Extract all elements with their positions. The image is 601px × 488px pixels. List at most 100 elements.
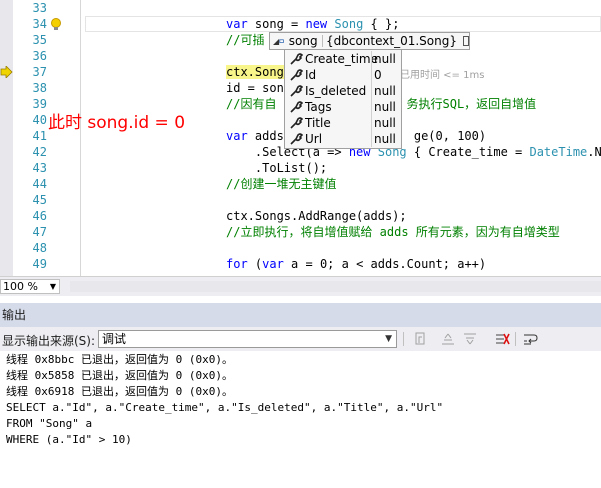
line-number: 37 [32,65,47,79]
code-token: var [226,129,248,143]
code-token: Song [334,17,364,31]
output-source-select[interactable]: 调试 ▼ [98,330,397,348]
code-line[interactable]: //可插 [226,32,264,48]
line-number: 39 [32,97,47,111]
toggle-word-wrap-icon[interactable] [522,331,538,347]
next-message-icon[interactable] [462,331,478,347]
code-line[interactable]: id = sons [226,80,291,96]
previous-message-icon[interactable] [440,331,456,347]
datatip-property-row[interactable]: Tags null [285,99,401,115]
code-line[interactable]: for (var a = 0; a < adds.Count; a++) [226,256,486,272]
line-number: 45 [32,193,47,207]
code-token: .Now [587,145,601,159]
wrench-icon [290,53,303,65]
line-number: 48 [32,241,47,255]
line-number: 49 [32,257,47,271]
code-token: ctx.Songs [226,65,292,79]
chevron-down-icon[interactable]: ▼ [50,280,56,293]
line-number: 43 [32,161,47,175]
code-token: id = sons [226,81,292,95]
pin-icon[interactable] [463,36,469,46]
property-name: Url [305,132,323,146]
code-line[interactable]: //立即执行，将自增值赋给 adds 所有元素，因为有自增类型 [226,224,560,240]
column-divider [371,131,372,147]
wrench-icon [290,85,303,97]
code-line[interactable]: ctx.Songs [226,64,292,80]
property-value: null [374,52,396,66]
output-text-pane[interactable]: 线程 0x8bbc 已退出，返回值为 0 (0x0)。 线程 0x5858 已退出… [0,351,601,488]
column-divider [371,115,372,131]
code-line[interactable]: .ToList(); [226,160,327,176]
property-value: null [374,116,396,130]
toolbar-separator [403,332,404,346]
wrench-icon [290,117,303,129]
wrench-icon [290,133,303,145]
execution-pointer-arrow-icon [0,66,13,78]
datatip-property-row[interactable]: Url null [285,131,401,147]
code-token: ( [247,257,263,271]
datatip-variable-value: {dbcontext_01.Song} [326,34,457,48]
toolbar-separator [515,332,516,346]
code-editor[interactable]: 33 34 35 36 37 38 39 40 41 42 43 44 45 46 47 48 49 var s… [0,0,601,276]
datatip-header[interactable]: ◢ song {dbcontext_01.Song} [269,32,470,50]
code-token: a = 0; a < adds.Count; a++) [283,257,487,271]
line-number: 47 [32,225,47,239]
code-token: //立即执行，将自增值赋给 adds 所有元素，因为有自增类型 [226,225,560,239]
property-name: Title [305,116,331,130]
indicator-margin[interactable] [0,0,13,276]
column-divider [371,99,372,115]
red-annotation-text: 此时 song.id = 0 [48,113,186,133]
lightbulb-icon[interactable] [49,17,63,31]
code-token: for [226,257,248,271]
output-line: 线程 0x8bbc 已退出，返回值为 0 (0x0)。 [6,353,233,366]
output-toolbar: 显示输出来源(S): 调试 ▼ [0,327,601,351]
column-divider [371,51,372,67]
horizontal-scrollbar[interactable] [70,281,601,292]
output-source-value: 调试 [102,332,127,346]
editor-bottom-bar: 100 % ▼ [0,276,601,296]
zoom-dropdown[interactable]: 100 % ▼ [0,279,60,294]
code-line[interactable]: var song = new Song { }; [226,16,399,32]
code-line[interactable]: ctx.Songs.AddRange(adds); [226,208,407,224]
output-panel-title: 输出 [0,303,601,327]
object-icon [279,39,284,44]
clear-all-icon[interactable] [494,331,510,347]
code-line[interactable]: .Select(a => new Song { Create_time = Da… [226,144,601,160]
property-name: Is_deleted [305,84,367,98]
datatip-properties[interactable]: Create_time null Id 0 Is_deleted null Tags null… [284,49,402,149]
find-message-icon[interactable] [413,331,429,347]
code-token: song = [247,17,306,31]
code-token: //创建一堆无主键值 [226,177,337,191]
line-number: 46 [32,209,47,223]
line-number: 42 [32,145,47,159]
datatip-property-row[interactable]: Is_deleted null [285,83,401,99]
property-value: null [374,100,396,114]
code-line[interactable]: //创建一堆无主键值 [226,176,336,192]
code-token: .ToList(); [226,161,328,175]
code-token: { Create_time = [406,145,530,159]
datatip-property-row[interactable]: Id 0 [285,67,401,83]
zoom-value: 100 % [3,280,38,293]
property-name: Id [305,68,317,82]
code-token: //可插 [226,33,265,47]
code-token: adds [247,129,284,143]
perf-tip: 已用时间 <= 1ms [400,70,485,81]
datatip-property-row[interactable]: Create_time null [285,51,401,67]
line-number: 44 [32,177,47,191]
datatip-property-row[interactable]: Title null [285,115,401,131]
property-value: null [374,84,396,98]
chevron-down-icon[interactable]: ▼ [385,331,392,347]
line-number: 35 [32,33,47,47]
code-token: var [262,257,284,271]
property-value: 0 [374,68,382,82]
property-name: Create_time [305,52,378,66]
fold-margin-line [80,0,81,276]
code-token: new [305,17,328,31]
line-number: 40 [32,113,47,127]
code-token: DateTime [529,145,588,159]
output-line: FROM "Song" a [6,417,93,430]
code-token: //因有自 [226,97,277,111]
property-value: null [374,132,396,146]
datatip-variable-name: song [288,34,318,48]
line-number: 34 [32,17,47,31]
